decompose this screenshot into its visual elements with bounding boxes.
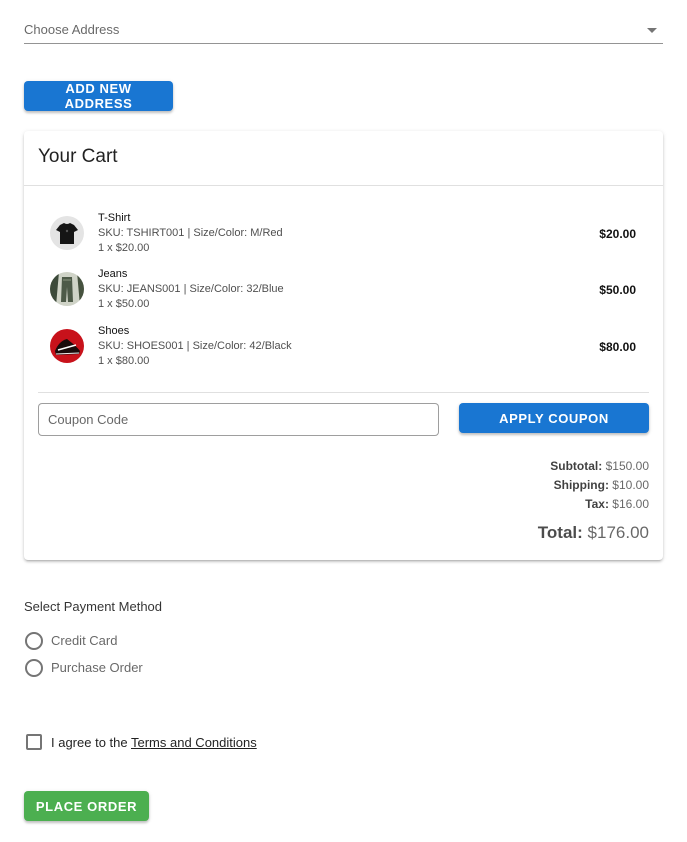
item-name: Shoes [98, 325, 130, 337]
apply-coupon-button[interactable]: APPLY COUPON [459, 403, 649, 433]
cart-card: Your Cart T-Shirt SKU: TSHIRT001 | Size/… [24, 131, 663, 560]
shipping-value: $10.00 [612, 478, 649, 492]
subtotal-value: $150.00 [605, 459, 649, 473]
payment-method-title: Select Payment Method [24, 599, 163, 614]
item-price: $20.00 [599, 227, 636, 241]
address-select[interactable]: Choose Address [24, 14, 663, 44]
item-quantity: 1 x $50.00 [98, 298, 150, 310]
item-meta: SKU: JEANS001 | Size/Color: 32/Blue [98, 283, 284, 295]
payment-option-label: Credit Card [51, 633, 118, 648]
shipping-line: Shipping: $10.00 [554, 478, 649, 492]
terms-checkbox[interactable] [26, 734, 42, 750]
item-price: $80.00 [599, 340, 636, 354]
place-order-button[interactable]: PLACE ORDER [24, 791, 149, 821]
item-quantity: 1 x $80.00 [98, 355, 150, 367]
add-new-address-button[interactable]: ADD NEW ADDRESS [24, 81, 173, 111]
total-value: $176.00 [587, 523, 649, 542]
total-line: Total: $176.00 [538, 523, 649, 543]
item-meta: SKU: TSHIRT001 | Size/Color: M/Red [98, 227, 283, 239]
shoes-thumbnail [50, 329, 84, 363]
terms-and-conditions-link[interactable]: Terms and Conditions [131, 735, 257, 750]
item-meta: SKU: SHOES001 | Size/Color: 42/Black [98, 340, 292, 352]
item-name: Jeans [98, 268, 128, 280]
tax-value: $16.00 [612, 497, 649, 511]
item-name: T-Shirt [98, 212, 131, 224]
shipping-label: Shipping: [553, 478, 609, 492]
subtotal-line: Subtotal: $150.00 [550, 459, 649, 473]
coupon-code-input[interactable] [38, 403, 439, 436]
tshirt-thumbnail [50, 216, 84, 250]
tax-label: Tax: [585, 497, 609, 511]
radio-unchecked-icon[interactable] [25, 632, 43, 650]
payment-option-label: Purchase Order [51, 660, 143, 675]
cart-item-tshirt: T-Shirt SKU: TSHIRT001 | Size/Color: M/R… [50, 212, 636, 262]
cart-item-shoes: Shoes SKU: SHOES001 | Size/Color: 42/Bla… [50, 325, 636, 375]
terms-prefix: I agree to the [51, 735, 131, 750]
tax-line: Tax: $16.00 [585, 497, 649, 511]
cart-header-divider [24, 185, 663, 186]
jeans-thumbnail [50, 272, 84, 306]
cart-item-jeans: Jeans SKU: JEANS001 | Size/Color: 32/Blu… [50, 268, 636, 318]
total-label: Total: [537, 523, 583, 542]
item-price: $50.00 [599, 283, 636, 297]
arrow-drop-down-icon[interactable] [647, 28, 657, 33]
terms-text: I agree to the Terms and Conditions [51, 735, 257, 750]
radio-unchecked-icon[interactable] [25, 659, 43, 677]
items-divider [38, 392, 649, 393]
cart-title: Your Cart [38, 146, 118, 167]
subtotal-label: Subtotal: [550, 459, 603, 473]
address-select-placeholder: Choose Address [24, 22, 120, 37]
item-quantity: 1 x $20.00 [98, 242, 150, 254]
